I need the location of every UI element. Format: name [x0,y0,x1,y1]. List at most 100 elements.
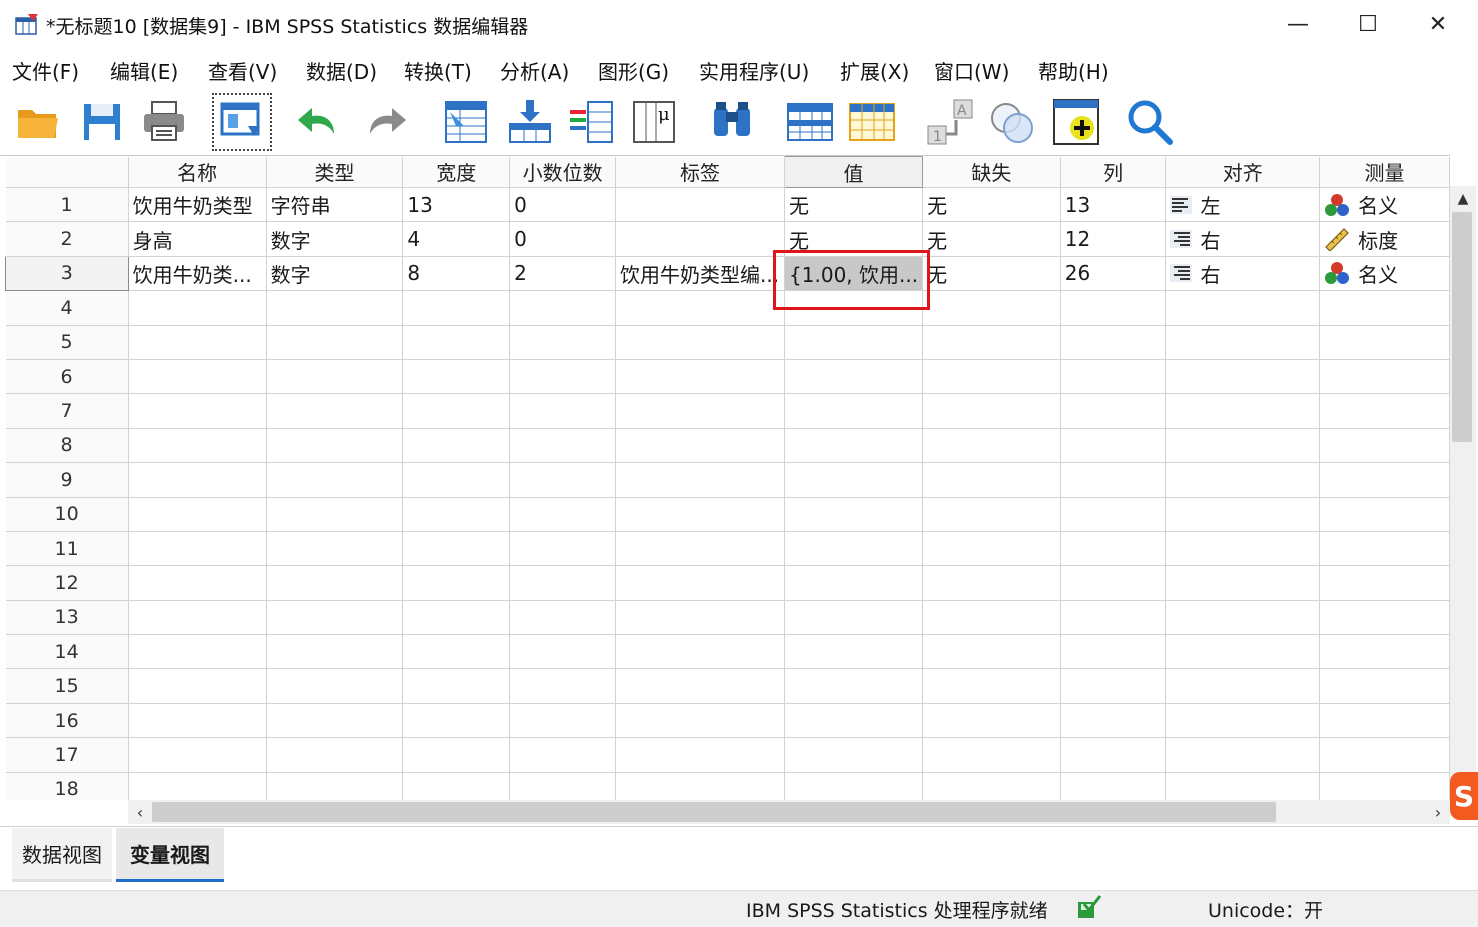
empty-cell[interactable] [784,634,924,670]
row-header[interactable]: 17 [5,737,129,773]
goto-variable-icon[interactable] [504,96,556,148]
empty-cell[interactable] [266,772,404,800]
empty-cell[interactable] [266,565,404,601]
cell-name[interactable]: 饮用牛奶类... [128,256,267,292]
row-header[interactable]: 7 [5,393,129,429]
empty-cell[interactable] [1060,634,1167,670]
scroll-left-icon[interactable]: ‹ [128,800,152,824]
empty-cell[interactable] [922,668,1061,704]
empty-cell[interactable] [1165,359,1321,395]
empty-cell[interactable] [1060,393,1167,429]
row-header[interactable]: 6 [5,359,129,395]
empty-cell[interactable] [615,668,786,704]
empty-cell[interactable] [509,772,617,800]
empty-cell[interactable] [922,634,1061,670]
run-descriptives-icon[interactable]: μ [628,96,680,148]
empty-cell[interactable] [1165,634,1321,670]
empty-cell[interactable] [509,737,617,773]
empty-cell[interactable] [615,531,786,567]
empty-cell[interactable] [615,497,786,532]
cell-measure[interactable]: 标度 [1319,221,1450,257]
empty-cell[interactable] [128,497,267,532]
col-header-missing[interactable]: 缺失 [922,156,1061,188]
vertical-scroll-thumb[interactable] [1452,212,1472,442]
empty-cell[interactable] [266,359,404,395]
empty-cell[interactable] [1319,565,1450,601]
col-header-name[interactable]: 名称 [128,156,267,188]
cell-name[interactable]: 身高 [128,221,267,257]
cell-decimals[interactable]: 0 [509,187,617,223]
close-button[interactable]: ✕ [1403,0,1473,48]
col-header-values[interactable]: 值 [784,156,924,188]
cell-measure[interactable]: 名义 [1319,187,1450,223]
col-header-type[interactable]: 类型 [266,156,404,188]
empty-cell[interactable] [922,462,1061,498]
empty-cell[interactable] [1319,325,1450,360]
empty-cell[interactable] [402,497,511,532]
empty-cell[interactable] [1319,290,1450,326]
empty-cell[interactable] [615,737,786,773]
empty-cell[interactable] [266,737,404,773]
empty-cell[interactable] [128,668,267,704]
empty-cell[interactable] [922,703,1061,739]
empty-cell[interactable] [922,565,1061,601]
empty-cell[interactable] [784,325,924,360]
empty-cell[interactable] [1060,497,1167,532]
cell-columns[interactable]: 26 [1060,256,1167,292]
row-header[interactable]: 5 [5,325,129,360]
empty-cell[interactable] [402,703,511,739]
empty-cell[interactable] [1165,600,1321,636]
empty-cell[interactable] [1165,668,1321,704]
empty-cell[interactable] [1060,772,1167,800]
empty-cell[interactable] [784,772,924,800]
empty-cell[interactable] [1319,600,1450,636]
empty-cell[interactable] [1060,462,1167,498]
empty-cell[interactable] [128,565,267,601]
cell-type[interactable]: 数字 [266,256,404,292]
empty-cell[interactable] [266,600,404,636]
cell-width[interactable]: 4 [402,221,511,257]
empty-cell[interactable] [266,634,404,670]
cell-decimals[interactable]: 2 [509,256,617,292]
empty-cell[interactable] [1165,703,1321,739]
empty-cell[interactable] [1165,325,1321,360]
empty-cell[interactable] [402,462,511,498]
empty-cell[interactable] [509,703,617,739]
empty-cell[interactable] [402,359,511,395]
empty-cell[interactable] [128,428,267,464]
weight-cases-icon[interactable] [986,96,1038,148]
split-file-icon[interactable]: A1 [924,96,976,148]
empty-cell[interactable] [128,737,267,773]
empty-cell[interactable] [509,290,617,326]
menu-utilities[interactable]: 实用程序(U) [699,56,809,85]
cell-align[interactable]: 右 [1165,221,1321,257]
empty-cell[interactable] [1060,325,1167,360]
empty-cell[interactable] [1319,772,1450,800]
empty-cell[interactable] [266,668,404,704]
cell-align[interactable]: 左 [1165,187,1321,223]
empty-cell[interactable] [1319,703,1450,739]
empty-cell[interactable] [128,359,267,395]
cell-label[interactable]: 饮用牛奶类型编... [615,256,786,292]
menu-graphs[interactable]: 图形(G) [598,56,669,85]
empty-cell[interactable] [266,703,404,739]
empty-cell[interactable] [402,393,511,429]
empty-cell[interactable] [128,325,267,360]
cell-align[interactable]: 右 [1165,256,1321,292]
empty-cell[interactable] [1060,737,1167,773]
cell-decimals[interactable]: 0 [509,221,617,257]
empty-cell[interactable] [615,428,786,464]
empty-cell[interactable] [402,325,511,360]
minimize-button[interactable]: — [1263,0,1333,48]
empty-cell[interactable] [615,565,786,601]
empty-cell[interactable] [266,393,404,429]
row-header[interactable]: 9 [5,462,129,498]
empty-cell[interactable] [1319,668,1450,704]
cell-measure[interactable]: 名义 [1319,256,1450,292]
empty-cell[interactable] [1165,772,1321,800]
empty-cell[interactable] [784,462,924,498]
empty-cell[interactable] [784,737,924,773]
col-header-columns[interactable]: 列 [1060,156,1167,188]
empty-cell[interactable] [509,497,617,532]
cell-columns[interactable]: 13 [1060,187,1167,223]
